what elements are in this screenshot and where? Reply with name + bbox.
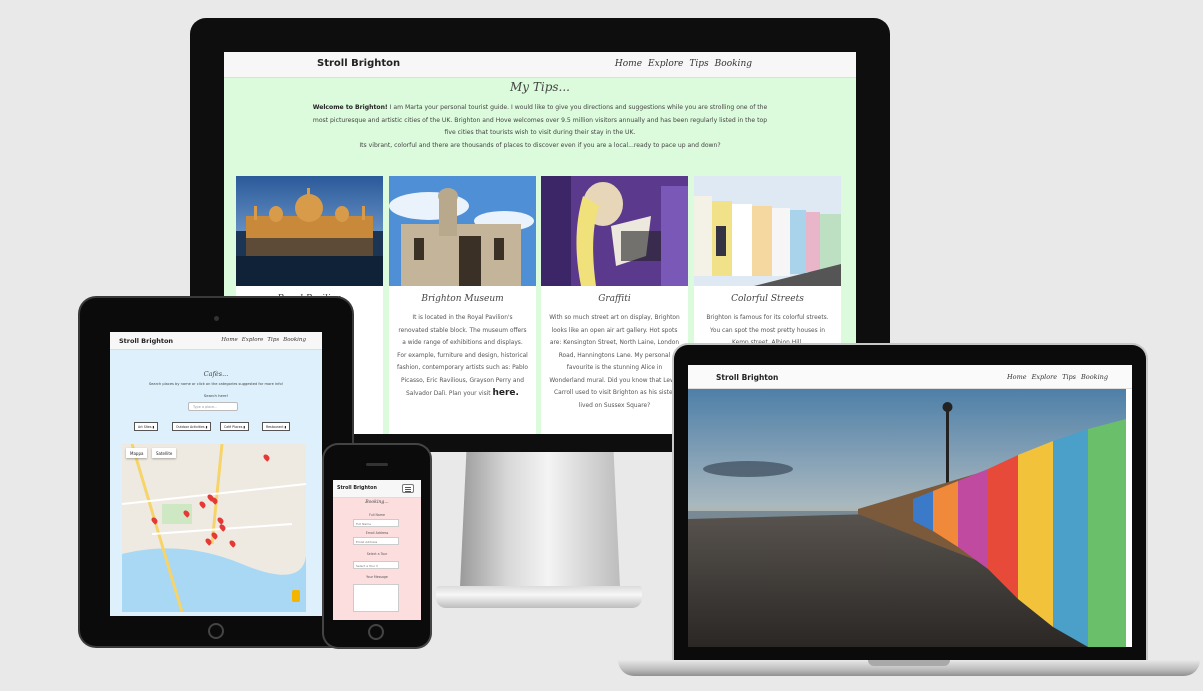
card-text: It is located in the Royal Pavilion's re… xyxy=(397,312,528,401)
chip-outdoor[interactable]: Outdoor Activities ▮ xyxy=(172,422,212,431)
card-title: Graffiti xyxy=(598,294,631,304)
speaker-icon xyxy=(366,463,388,466)
street-view-icon[interactable] xyxy=(292,590,300,602)
search-input[interactable]: Type a place... xyxy=(188,402,238,411)
tour-select-value: Select a Tour xyxy=(356,563,376,568)
map-tab-map[interactable]: Mappa xyxy=(126,448,148,458)
nav-links: Home Explore Tips Booking xyxy=(221,337,306,343)
tour-select[interactable]: Select a Tour ▾ xyxy=(353,561,399,569)
navbar: Stroll Brighton Home Explore Tips Bookin… xyxy=(110,332,322,350)
map-tab-satellite[interactable]: Satellite xyxy=(152,448,177,458)
card-body: It is located in the Royal Pavilion's re… xyxy=(397,315,528,397)
brand-logo[interactable]: Stroll Brighton xyxy=(716,373,778,382)
nav-tips[interactable]: Tips xyxy=(267,337,279,343)
chip-label: Outdoor Activities xyxy=(176,425,205,429)
nav-tips[interactable]: Tips xyxy=(689,59,708,69)
navbar: Stroll Brighton Home Explore Tips Bookin… xyxy=(688,365,1132,389)
intro-bold: Welcome to Brighton! xyxy=(312,104,388,111)
museum-link[interactable]: here. xyxy=(492,388,518,398)
chip-label: Café Places xyxy=(224,425,243,429)
brand-logo[interactable]: Stroll Brighton xyxy=(337,486,377,491)
intro-line2: Its vibrant, colorful and there are thou… xyxy=(359,141,721,149)
tablet: Stroll Brighton Home Explore Tips Bookin… xyxy=(80,298,352,646)
chip-art-sites[interactable]: Art Sites ▮ xyxy=(134,422,159,431)
message-label: Your Message xyxy=(366,575,388,579)
home-button-icon[interactable] xyxy=(368,624,384,640)
brand-logo[interactable]: Stroll Brighton xyxy=(119,337,173,345)
phone: Stroll Brighton Booking... Full Name Ful… xyxy=(324,445,430,647)
brand-logo[interactable]: Stroll Brighton xyxy=(317,58,400,69)
tip-card: Brighton Museum It is located in the Roy… xyxy=(389,176,536,438)
navbar: Stroll Brighton xyxy=(333,480,421,498)
hero-image xyxy=(688,389,1126,647)
email-label: Email Address xyxy=(365,531,389,535)
search-label: Search here! xyxy=(203,393,229,398)
laptop: Stroll Brighton Home Explore Tips Bookin… xyxy=(674,345,1146,661)
map[interactable]: Mappa Satellite xyxy=(122,444,306,612)
laptop-notch xyxy=(868,660,950,666)
page-title: Cafès... xyxy=(203,370,229,378)
full-name-label: Full Name xyxy=(369,513,385,517)
email-field[interactable]: Email Address xyxy=(353,537,399,545)
chip-label: Art Sites xyxy=(138,425,152,429)
card-text: With so much street art on display, Brig… xyxy=(549,315,680,409)
nav-explore[interactable]: Explore xyxy=(648,59,683,69)
museum-photo xyxy=(389,176,536,286)
hamburger-menu-icon[interactable] xyxy=(402,484,414,493)
page-title: Booking... xyxy=(365,500,389,505)
chip-restaurant[interactable]: Restaurant ▮ xyxy=(262,422,291,431)
nav-booking[interactable]: Booking xyxy=(283,337,306,343)
nav-tips[interactable]: Tips xyxy=(1062,373,1076,381)
nav-home[interactable]: Home xyxy=(221,337,238,343)
tip-card: Graffiti With so much street art on disp… xyxy=(541,176,688,438)
nav-links: Home Explore Tips Booking xyxy=(1007,373,1108,381)
tablet-screen: Stroll Brighton Home Explore Tips Bookin… xyxy=(110,332,322,616)
nav-home[interactable]: Home xyxy=(1007,373,1027,381)
card-text: Brighton is famous for its colorful stre… xyxy=(706,315,829,346)
nav-home[interactable]: Home xyxy=(615,59,642,69)
tour-label: Select a Tour xyxy=(366,552,388,556)
message-textarea[interactable] xyxy=(353,584,399,612)
monitor-stand xyxy=(460,452,620,587)
pavilion-photo xyxy=(236,176,383,286)
camera-icon xyxy=(214,316,219,321)
navbar: Stroll Brighton Home Explore Tips Bookin… xyxy=(224,52,856,78)
phone-screen: Stroll Brighton Booking... Full Name Ful… xyxy=(333,480,421,620)
colorful-streets-photo xyxy=(694,176,841,286)
graffiti-photo xyxy=(541,176,688,286)
nav-booking[interactable]: Booking xyxy=(1081,373,1108,381)
full-name-field[interactable]: Full Name xyxy=(353,519,399,527)
page-title: My Tips... xyxy=(509,80,570,94)
nav-links: Home Explore Tips Booking xyxy=(615,59,752,69)
map-tiles xyxy=(122,444,306,612)
intro-paragraph: Welcome to Brighton! I am Marta your per… xyxy=(312,102,768,152)
nav-explore[interactable]: Explore xyxy=(1032,373,1058,381)
home-button-icon[interactable] xyxy=(208,623,224,639)
card-title: Brighton Museum xyxy=(421,294,504,304)
monitor-stand-base xyxy=(436,586,642,608)
nav-explore[interactable]: Explore xyxy=(242,337,264,343)
chip-cafe[interactable]: Café Places ▮ xyxy=(220,422,250,431)
card-title: Colorful Streets xyxy=(731,294,804,304)
laptop-screen: Stroll Brighton Home Explore Tips Bookin… xyxy=(688,365,1132,647)
page-subtitle: Search places by name or click on the ca… xyxy=(148,382,284,386)
nav-booking[interactable]: Booking xyxy=(715,59,752,69)
chip-label: Restaurant xyxy=(266,425,284,429)
